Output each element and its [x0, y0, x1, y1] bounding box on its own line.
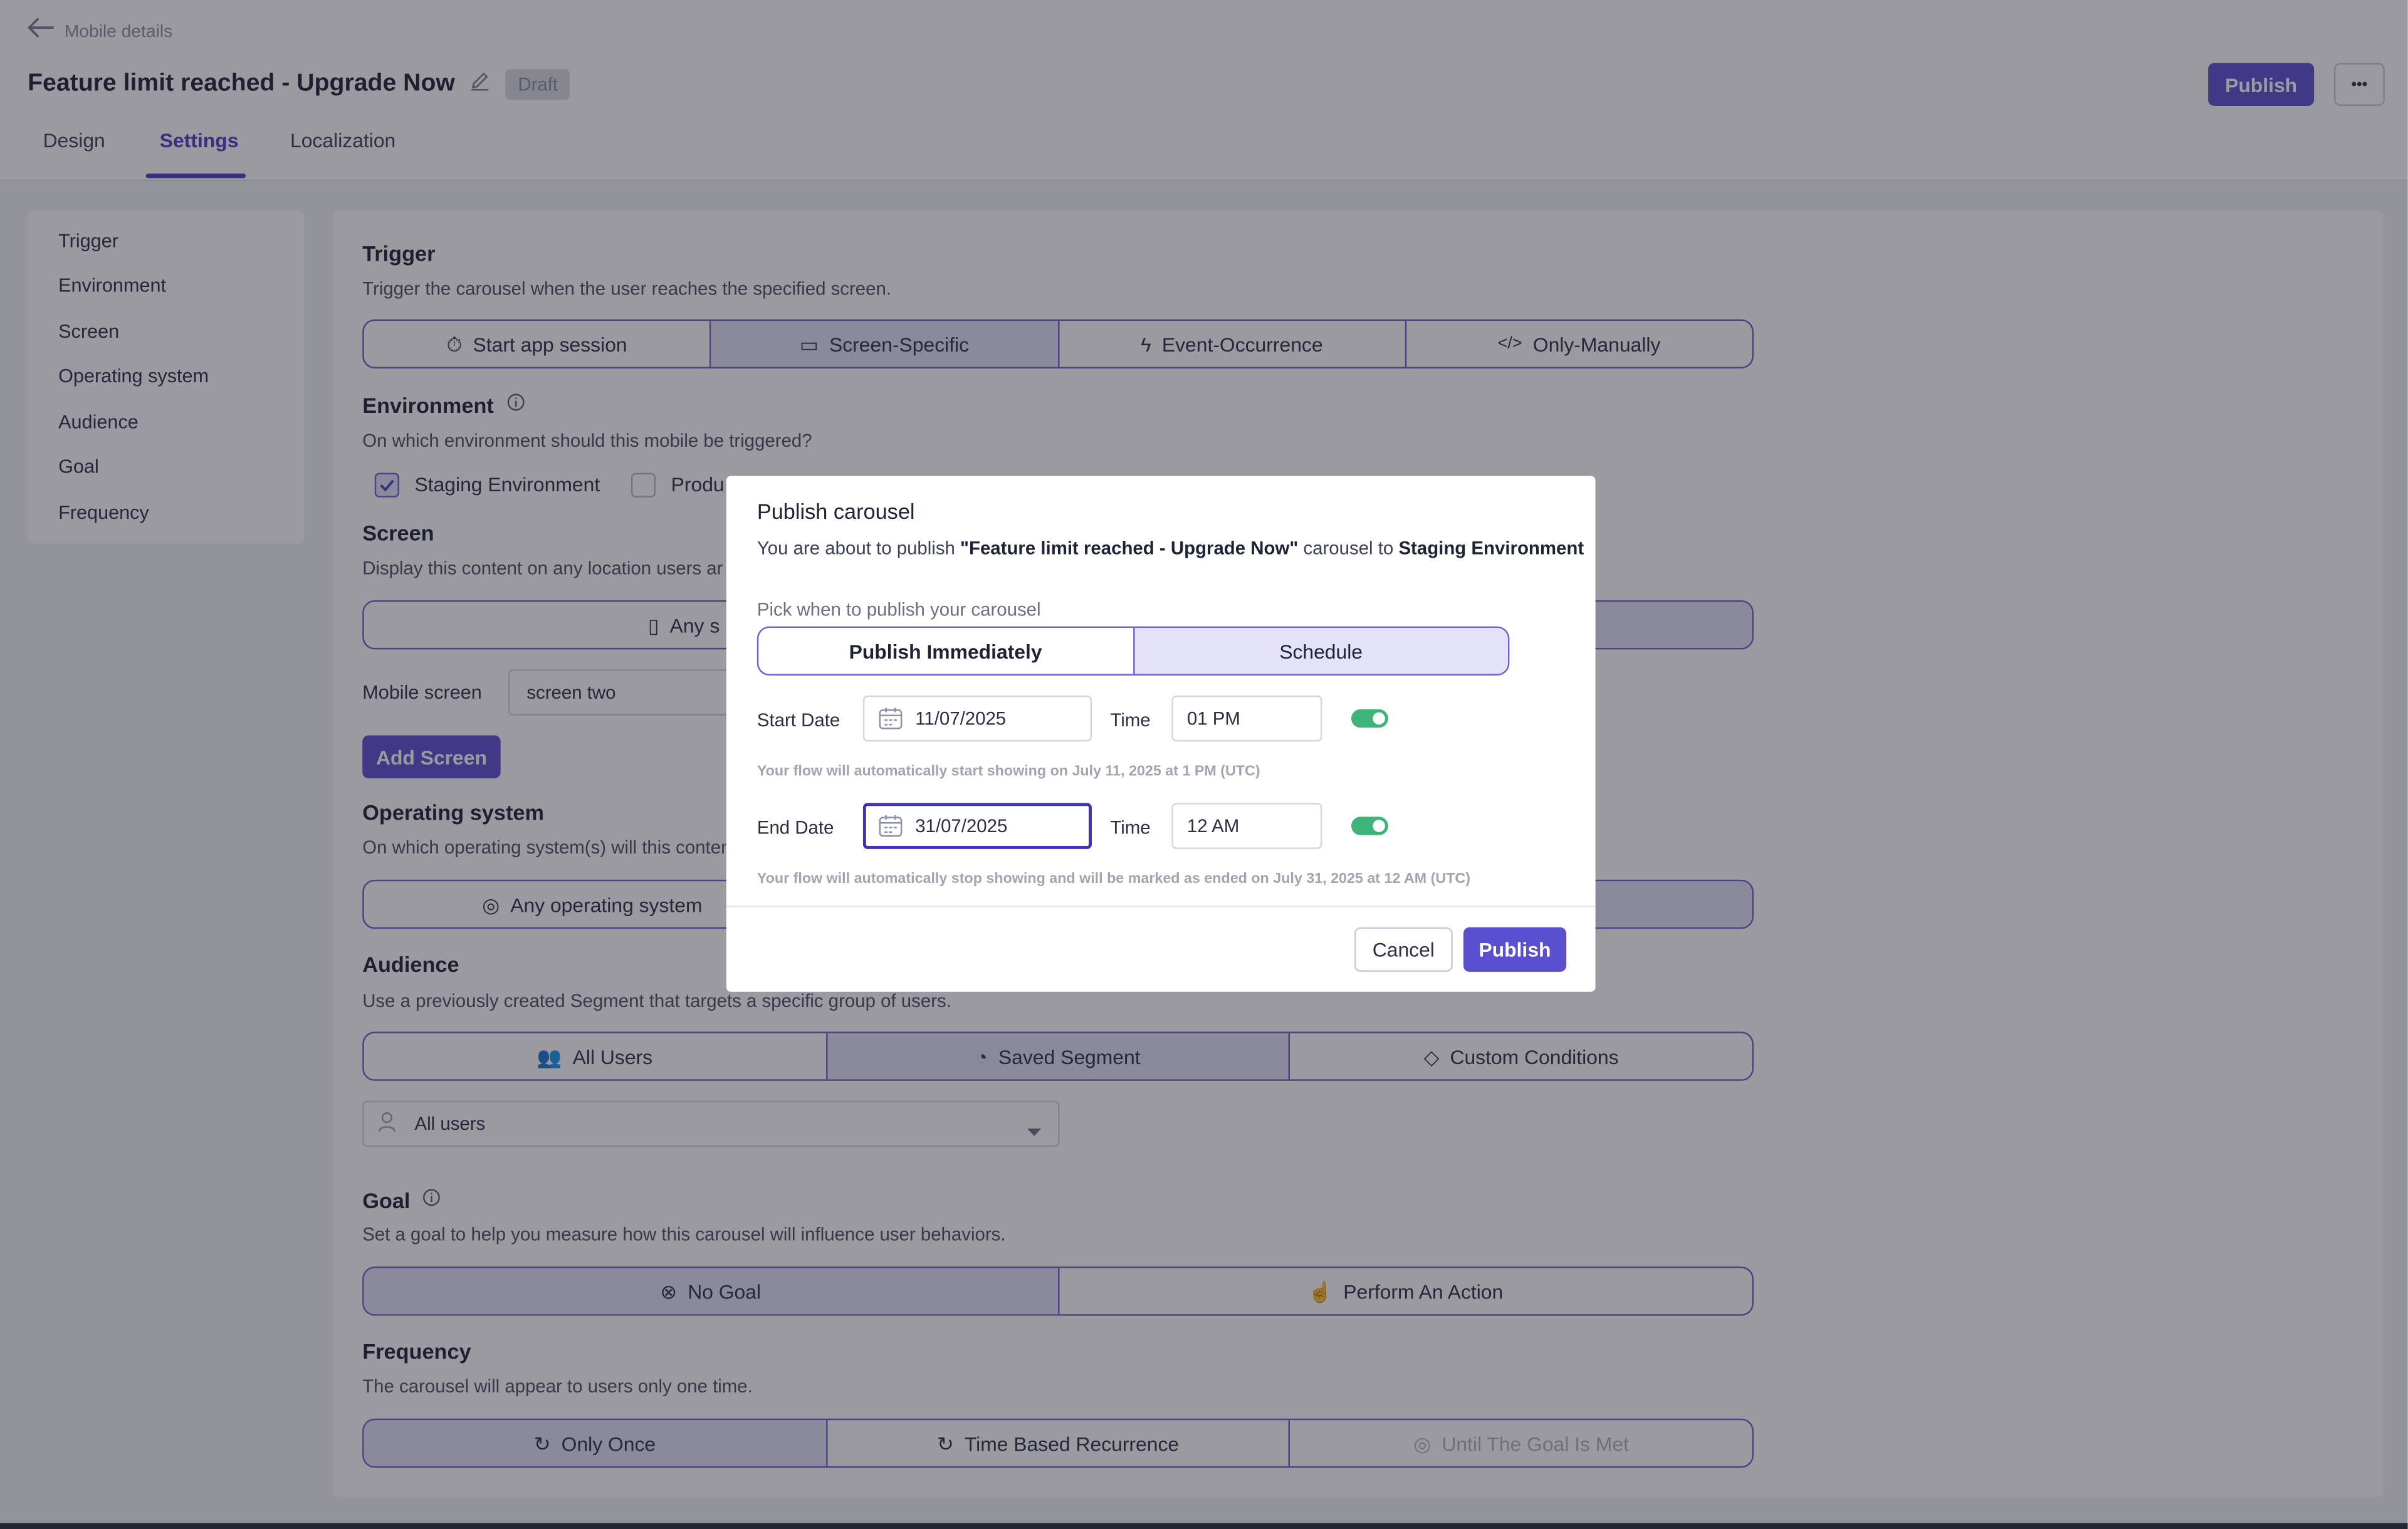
mode-publish-immediately[interactable]: Publish Immediately: [758, 628, 1134, 674]
start-date-input[interactable]: 11/07/2025: [862, 695, 1092, 742]
publish-mode-toggle: Publish Immediately Schedule: [756, 626, 1510, 676]
modal-intro-name: "Feature limit reached - Upgrade Now": [960, 537, 1299, 559]
pick-when-label: Pick when to publish your carousel: [756, 598, 1041, 620]
end-date-input[interactable]: 31/07/2025: [862, 803, 1092, 849]
end-hint: Your flow will automatically stop showin…: [756, 870, 1470, 888]
modal-intro-env: Staging Environment: [1398, 537, 1584, 559]
end-time-input[interactable]: 12 AM: [1171, 803, 1322, 849]
modal-intro: You are about to publish "Feature limit …: [756, 537, 1584, 559]
end-time-value: 12 AM: [1186, 815, 1240, 837]
end-date-label: End Date: [756, 817, 834, 838]
end-calendar-icon: [878, 814, 903, 843]
publish-modal: Publish carousel You are about to publis…: [726, 476, 1596, 992]
start-toggle[interactable]: [1351, 709, 1388, 728]
calendar-icon: [878, 706, 903, 736]
start-time-input[interactable]: 01 PM: [1171, 695, 1322, 742]
start-date-label: Start Date: [756, 709, 840, 731]
end-date-value: 31/07/2025: [915, 815, 1008, 837]
end-time-label: Time: [1110, 817, 1151, 838]
start-date-value: 11/07/2025: [915, 707, 1007, 729]
modal-publish-button[interactable]: Publish: [1463, 927, 1566, 972]
modal-divider: [726, 905, 1596, 907]
start-time-value: 01 PM: [1186, 707, 1240, 729]
mode-schedule[interactable]: Schedule: [1134, 628, 1508, 674]
cancel-button[interactable]: Cancel: [1354, 927, 1453, 972]
start-hint: Your flow will automatically start showi…: [756, 763, 1260, 780]
modal-title: Publish carousel: [756, 499, 915, 524]
end-toggle[interactable]: [1351, 817, 1388, 835]
start-time-label: Time: [1110, 709, 1151, 731]
